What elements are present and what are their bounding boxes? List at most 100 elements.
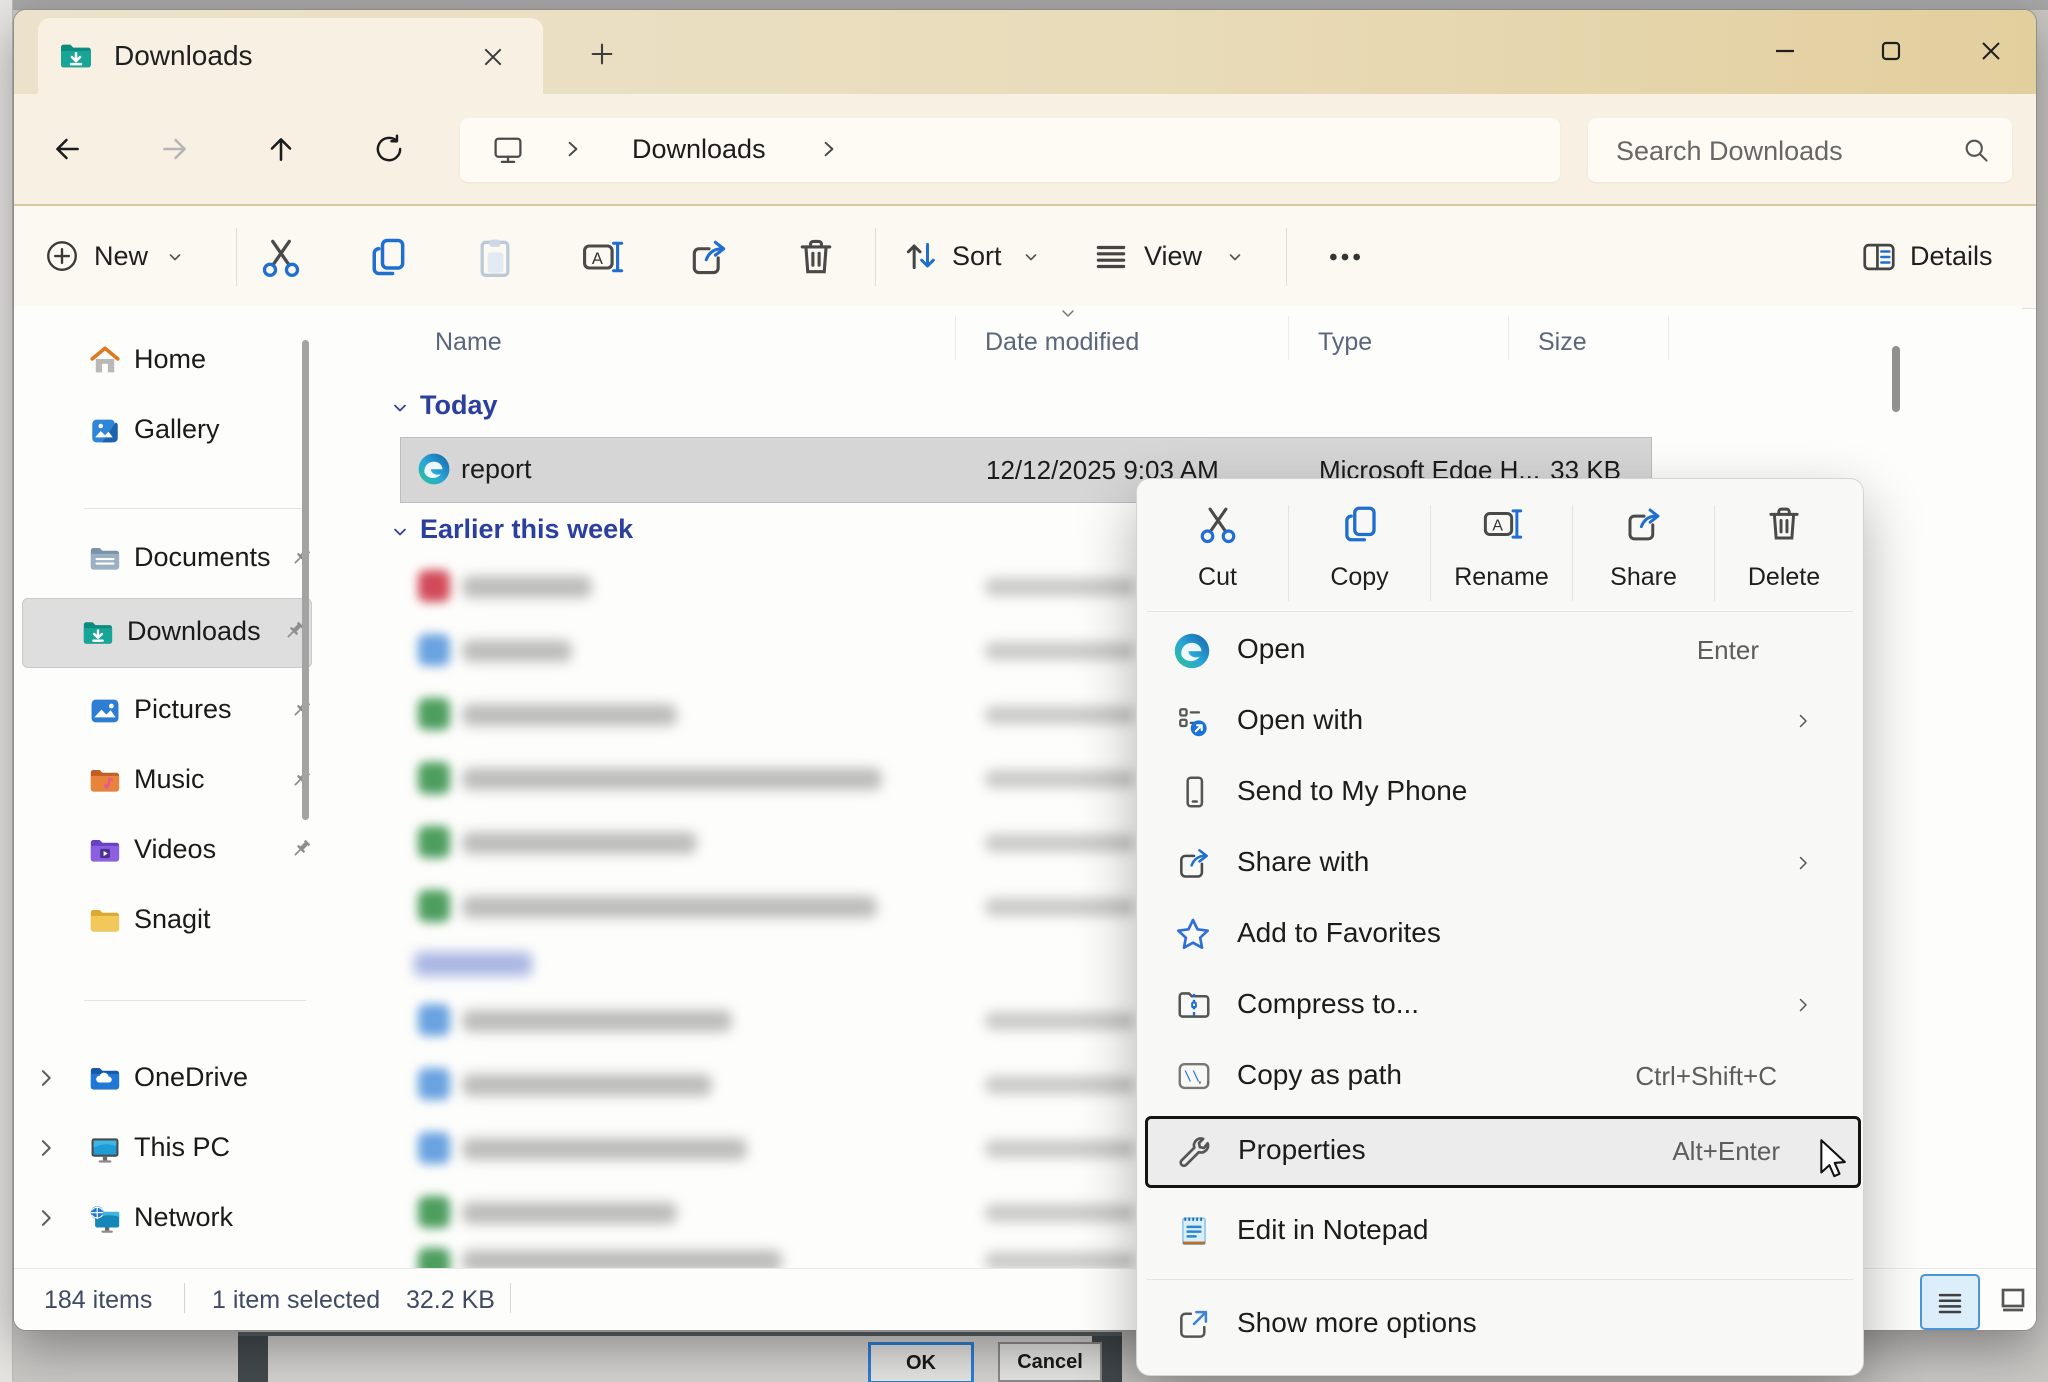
wrench-icon <box>1174 1132 1214 1172</box>
cut-icon[interactable] <box>257 233 305 281</box>
cut-button[interactable]: Cut <box>1147 489 1288 607</box>
group-header-redacted[interactable] <box>392 948 592 982</box>
rename-icon[interactable]: A <box>578 233 626 281</box>
chevron-down-icon <box>1024 250 1038 264</box>
new-button[interactable]: New <box>42 228 212 286</box>
search-input[interactable] <box>1614 118 1948 184</box>
redacted-name <box>462 896 877 918</box>
sidebar-item-gallery[interactable]: Gallery <box>22 400 310 462</box>
sidebar-item-pictures[interactable]: Pictures <box>22 680 310 742</box>
menu-item-share-with[interactable]: Share with <box>1145 828 1855 899</box>
copy-button[interactable]: Copy <box>1289 489 1430 607</box>
minimize-icon[interactable] <box>1756 28 1814 74</box>
address-bar[interactable]: Downloads <box>460 118 1560 182</box>
view-button[interactable]: View <box>1092 228 1262 286</box>
svg-text:A: A <box>592 250 603 268</box>
sidebar-item-label: Downloads <box>127 616 261 647</box>
copy-icon[interactable] <box>364 233 412 281</box>
sidebar-item-label: Videos <box>134 834 216 865</box>
sidebar-scrollbar[interactable] <box>302 340 309 820</box>
menu-item-show-more-options[interactable]: Show more options <box>1145 1289 1855 1360</box>
search-icon[interactable] <box>1962 136 1990 164</box>
breadcrumb-chevron-icon[interactable] <box>820 140 838 158</box>
menu-item-edit-in-notepad[interactable]: Edit in Notepad <box>1145 1196 1855 1267</box>
sidebar-item-label: OneDrive <box>134 1062 248 1093</box>
breadcrumb[interactable]: Downloads <box>632 134 766 165</box>
ok-button[interactable]: OK <box>868 1342 974 1382</box>
maximize-icon[interactable] <box>1862 28 1920 74</box>
chevron-right-icon[interactable] <box>36 1208 56 1228</box>
delete-icon[interactable] <box>792 233 840 281</box>
refresh-icon[interactable] <box>361 121 417 177</box>
view-icon <box>1092 238 1130 276</box>
network-icon <box>88 1202 122 1236</box>
menu-item-compress-to[interactable]: Compress to... <box>1145 970 1855 1041</box>
search-box[interactable] <box>1588 118 2012 182</box>
group-header-today[interactable]: Today <box>392 390 692 426</box>
column-separator[interactable] <box>1288 316 1289 360</box>
redacted-date <box>985 1204 1135 1222</box>
chevron-right-icon[interactable] <box>36 1068 56 1088</box>
sidebar-item-home[interactable]: Home <box>22 330 310 392</box>
sidebar-item-documents[interactable]: Documents <box>22 528 310 590</box>
chevron-down-icon <box>392 400 408 416</box>
breadcrumb-chevron-icon <box>564 140 582 158</box>
group-header-earlier[interactable]: Earlier this week <box>392 514 792 550</box>
menu-item-properties[interactable]: Properties Alt+Enter <box>1145 1116 1861 1188</box>
submenu-chevron-icon <box>1795 713 1811 729</box>
menu-item-shortcut: Alt+Enter <box>1672 1136 1780 1167</box>
quick-action-label: Share <box>1573 563 1714 592</box>
dialog-left-frame <box>238 1336 268 1382</box>
share-icon <box>1175 844 1213 882</box>
delete-button[interactable]: Delete <box>1715 489 1853 607</box>
details-pane-button[interactable]: Details <box>1860 228 2020 286</box>
close-icon[interactable] <box>1962 28 2020 74</box>
list-scrollbar[interactable] <box>1892 346 1900 412</box>
share-button[interactable]: Share <box>1573 489 1714 607</box>
tab-close-icon[interactable] <box>478 42 508 72</box>
column-date-modified[interactable]: Date modified <box>985 328 1139 357</box>
excel-file-icon <box>418 1248 450 1268</box>
rename-button[interactable]: A Rename <box>1431 489 1572 607</box>
sidebar-item-network[interactable]: Network <box>22 1188 310 1250</box>
sidebar-item-music[interactable]: Music <box>22 750 310 812</box>
back-icon[interactable] <box>39 121 95 177</box>
column-separator[interactable] <box>1508 316 1509 360</box>
sort-label: Sort <box>952 241 1002 272</box>
column-type[interactable]: Type <box>1318 328 1372 357</box>
sidebar-item-this-pc[interactable]: This PC <box>22 1118 310 1180</box>
up-icon[interactable] <box>253 121 309 177</box>
paste-icon[interactable] <box>471 233 519 281</box>
more-options-icon[interactable] <box>1318 233 1372 281</box>
sidebar-item-downloads[interactable]: Downloads <box>22 598 312 668</box>
column-separator[interactable] <box>955 316 956 360</box>
menu-item-copy-as-path[interactable]: \\.. Copy as path Ctrl+Shift+C <box>1145 1041 1855 1112</box>
sort-button[interactable]: Sort <box>900 228 1060 286</box>
cancel-button[interactable]: Cancel <box>998 1342 1102 1382</box>
forward-icon[interactable] <box>147 121 203 177</box>
background-window-top-edge <box>0 0 2048 10</box>
tab-downloads[interactable]: Downloads <box>38 18 543 94</box>
sidebar-item-snagit[interactable]: Snagit <box>22 890 310 952</box>
selection-count: 1 item selected <box>212 1286 380 1315</box>
column-name[interactable]: Name <box>435 328 502 357</box>
sidebar-item-onedrive[interactable]: OneDrive <box>22 1048 310 1110</box>
menu-item-open[interactable]: Open Enter <box>1145 615 1855 686</box>
word-file-icon <box>418 1132 450 1164</box>
chevron-right-icon[interactable] <box>36 1138 56 1158</box>
excel-file-icon <box>418 762 450 794</box>
large-thumbnails-icon <box>1988 1274 2036 1326</box>
column-size[interactable]: Size <box>1538 328 1587 357</box>
details-view-toggle[interactable] <box>1920 1274 1980 1330</box>
menu-item-send-to-phone[interactable]: Send to My Phone <box>1145 757 1855 828</box>
svg-text:..: .. <box>1196 1073 1212 1088</box>
large-thumbnails-toggle[interactable] <box>1988 1274 2036 1326</box>
share-icon[interactable] <box>685 233 733 281</box>
group-label: Today <box>420 390 498 421</box>
new-tab-icon[interactable] <box>584 36 620 72</box>
sidebar-item-videos[interactable]: Videos <box>22 820 310 882</box>
rename-icon: A <box>1481 503 1523 545</box>
menu-item-open-with[interactable]: Open with <box>1145 686 1855 757</box>
column-separator[interactable] <box>1668 316 1669 360</box>
menu-item-add-to-favorites[interactable]: Add to Favorites <box>1145 899 1855 970</box>
